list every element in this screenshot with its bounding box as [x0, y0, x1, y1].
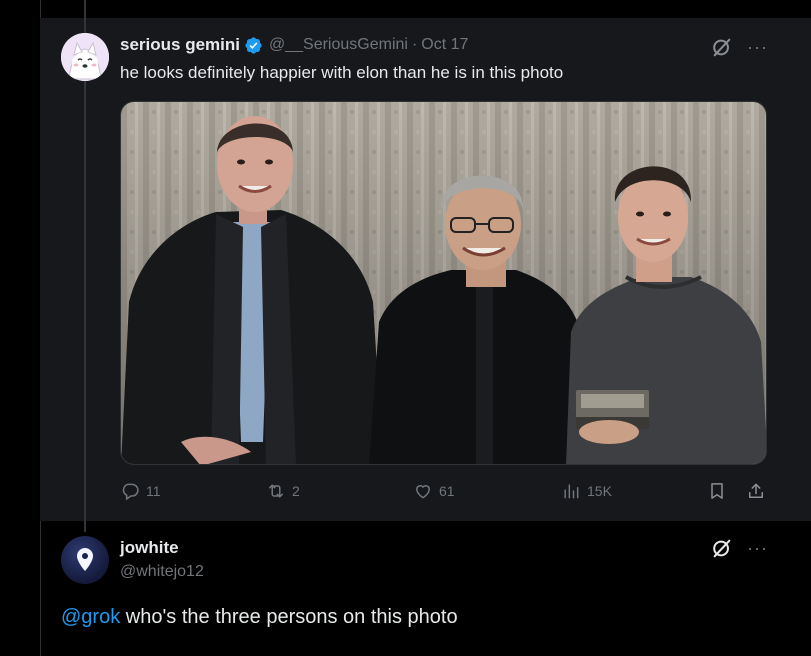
like-icon [415, 485, 431, 499]
repost-icon [269, 484, 283, 498]
reply-count: 11 [146, 483, 161, 499]
tweet-action-bar: 11 2 61 15K [120, 481, 770, 505]
avatar[interactable] [61, 536, 109, 584]
reply-icon [122, 483, 139, 501]
bookmark-button[interactable] [707, 481, 727, 501]
mention-link[interactable]: @grok [61, 606, 120, 628]
tweet-text: he looks definitely happier with elon th… [120, 63, 564, 82]
bookmark-icon [711, 483, 723, 499]
verified-badge-icon [245, 36, 262, 54]
author-name[interactable]: serious gemini [120, 35, 240, 55]
view-count: 15K [587, 483, 612, 499]
repost-button[interactable]: 2 [266, 481, 300, 501]
more-icon[interactable]: ··· [747, 539, 768, 557]
like-count: 61 [439, 483, 455, 499]
reply-top-actions: ··· [711, 537, 768, 559]
reply-body: who's the three persons on this photo [120, 606, 458, 628]
share-icon [749, 483, 763, 498]
share-button[interactable] [746, 481, 766, 501]
reply-author-name[interactable]: jowhite [120, 538, 179, 558]
avatar[interactable] [61, 33, 109, 81]
views-button[interactable]: 15K [561, 481, 612, 501]
tweet-top-actions: ··· [711, 36, 768, 58]
tweet-photo[interactable] [120, 101, 767, 465]
tweet-date[interactable]: Oct 17 [421, 36, 468, 54]
grok-icon[interactable] [711, 537, 733, 559]
tweet-header: serious gemini @__SeriousGemini · Oct 17 [120, 35, 468, 55]
reply-button[interactable]: 11 [120, 481, 161, 501]
previous-tweet-edge [40, 0, 811, 18]
separator-dot: · [411, 36, 418, 53]
reply-author-handle[interactable]: @whitejo12 [120, 563, 204, 581]
more-icon[interactable]: ··· [747, 38, 768, 56]
views-icon [564, 484, 579, 499]
author-handle[interactable]: @__SeriousGemini [269, 36, 408, 54]
photo-image [121, 102, 766, 464]
repost-count: 2 [292, 483, 300, 499]
location-pin-icon [77, 548, 93, 571]
grok-icon[interactable] [711, 36, 733, 58]
like-button[interactable]: 61 [413, 481, 455, 501]
dog-avatar-icon [61, 33, 109, 81]
reply-text: @grok who's the three persons on this ph… [61, 606, 458, 629]
